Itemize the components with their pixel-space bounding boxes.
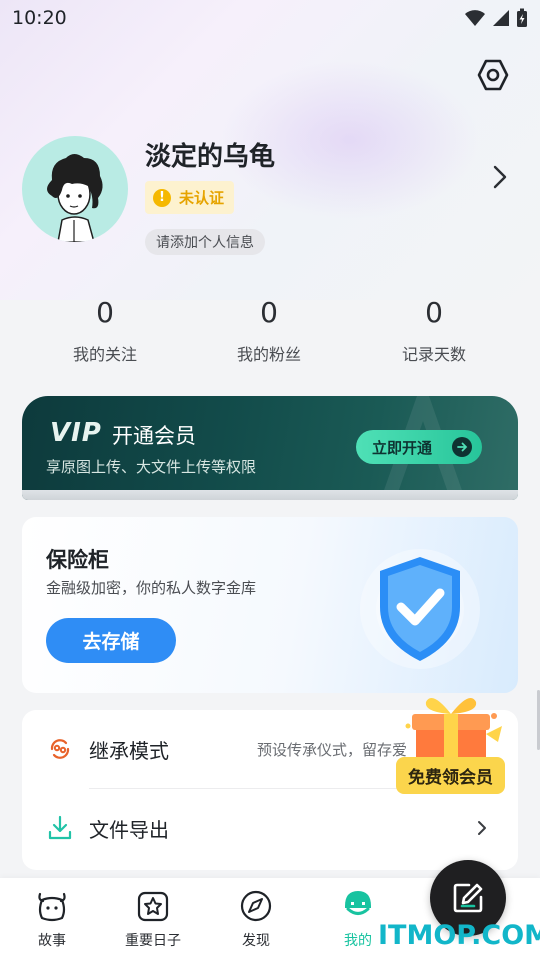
vault-subtitle: 金融级加密，你的私人数字金库 xyxy=(46,579,257,597)
vip-title: 开通会员 xyxy=(112,424,196,448)
status-time: 10:20 xyxy=(12,7,67,29)
settings-button[interactable] xyxy=(474,56,512,94)
cartoon-avatar-image xyxy=(47,154,103,242)
cellular-signal-icon xyxy=(493,10,509,26)
tab-label: 故事 xyxy=(38,933,66,949)
stat-record-days[interactable]: 0 记录天数 xyxy=(364,296,504,365)
chevron-right-icon xyxy=(478,821,486,835)
verification-status: 未认证 xyxy=(179,189,225,207)
username[interactable]: 淡定的乌龟 xyxy=(145,136,275,173)
arrow-right-icon xyxy=(452,437,472,457)
stat-value: 0 xyxy=(425,296,443,329)
avatar[interactable] xyxy=(22,136,128,242)
add-personal-info-button[interactable]: 请添加个人信息 xyxy=(145,229,265,255)
star-calendar-icon xyxy=(137,891,169,922)
verification-badge[interactable]: ! 未认证 xyxy=(145,181,235,214)
status-icons xyxy=(464,8,528,28)
download-icon xyxy=(48,815,72,840)
menu-label: 文件导出 xyxy=(89,817,169,842)
menu-label: 继承模式 xyxy=(89,738,169,763)
tab-important-days[interactable]: 重要日子 xyxy=(118,888,188,950)
watermark: ITMOP.COM xyxy=(378,920,540,951)
settings-icon xyxy=(477,59,509,91)
vault-title: 保险柜 xyxy=(46,548,109,572)
battery-icon xyxy=(517,8,527,27)
vip-banner[interactable]: VIP 开通会员 享原图上传、大文件上传等权限 立即开通 xyxy=(22,396,518,500)
compass-icon xyxy=(240,890,272,922)
warning-icon: ! xyxy=(153,188,171,207)
activate-vip-label: 立即开通 xyxy=(372,438,433,457)
stat-label: 我的粉丝 xyxy=(236,345,301,364)
vault-card[interactable]: 保险柜 金融级加密，你的私人数字金库 去存储 xyxy=(22,517,518,693)
chevron-right-icon[interactable] xyxy=(490,164,510,190)
status-bar: 10:20 xyxy=(0,0,540,36)
edit-icon xyxy=(453,883,483,913)
stat-following[interactable]: 0 我的关注 xyxy=(35,296,175,365)
shield-check-icon xyxy=(360,549,480,669)
menu-description: 预设传承仪式，留存爱 xyxy=(257,740,408,759)
tab-discover[interactable]: 发现 xyxy=(221,888,291,950)
free-membership-button[interactable]: 免费领会员 xyxy=(396,757,505,794)
stat-value: 0 xyxy=(96,296,114,329)
cow-face-icon xyxy=(38,892,66,922)
activate-vip-button[interactable]: 立即开通 xyxy=(356,430,482,464)
menu-item-file-export[interactable]: 文件导出 xyxy=(22,789,518,867)
inheritance-icon xyxy=(50,739,70,759)
tab-stories[interactable]: 故事 xyxy=(17,888,87,950)
stat-value: 0 xyxy=(260,296,278,329)
profile-face-icon xyxy=(345,891,371,915)
vip-logo: VIP xyxy=(50,418,102,448)
stats-row: 0 我的关注 0 我的粉丝 0 记录天数 xyxy=(0,296,540,376)
stat-label: 记录天数 xyxy=(401,345,466,364)
tab-label: 发现 xyxy=(242,933,270,949)
wifi-icon xyxy=(465,10,485,26)
store-button[interactable]: 去存储 xyxy=(46,618,176,663)
stat-followers[interactable]: 0 我的粉丝 xyxy=(199,296,339,365)
vip-subtitle: 享原图上传、大文件上传等权限 xyxy=(46,458,257,476)
tab-label: 重要日子 xyxy=(125,933,181,949)
stat-label: 我的关注 xyxy=(72,345,137,364)
